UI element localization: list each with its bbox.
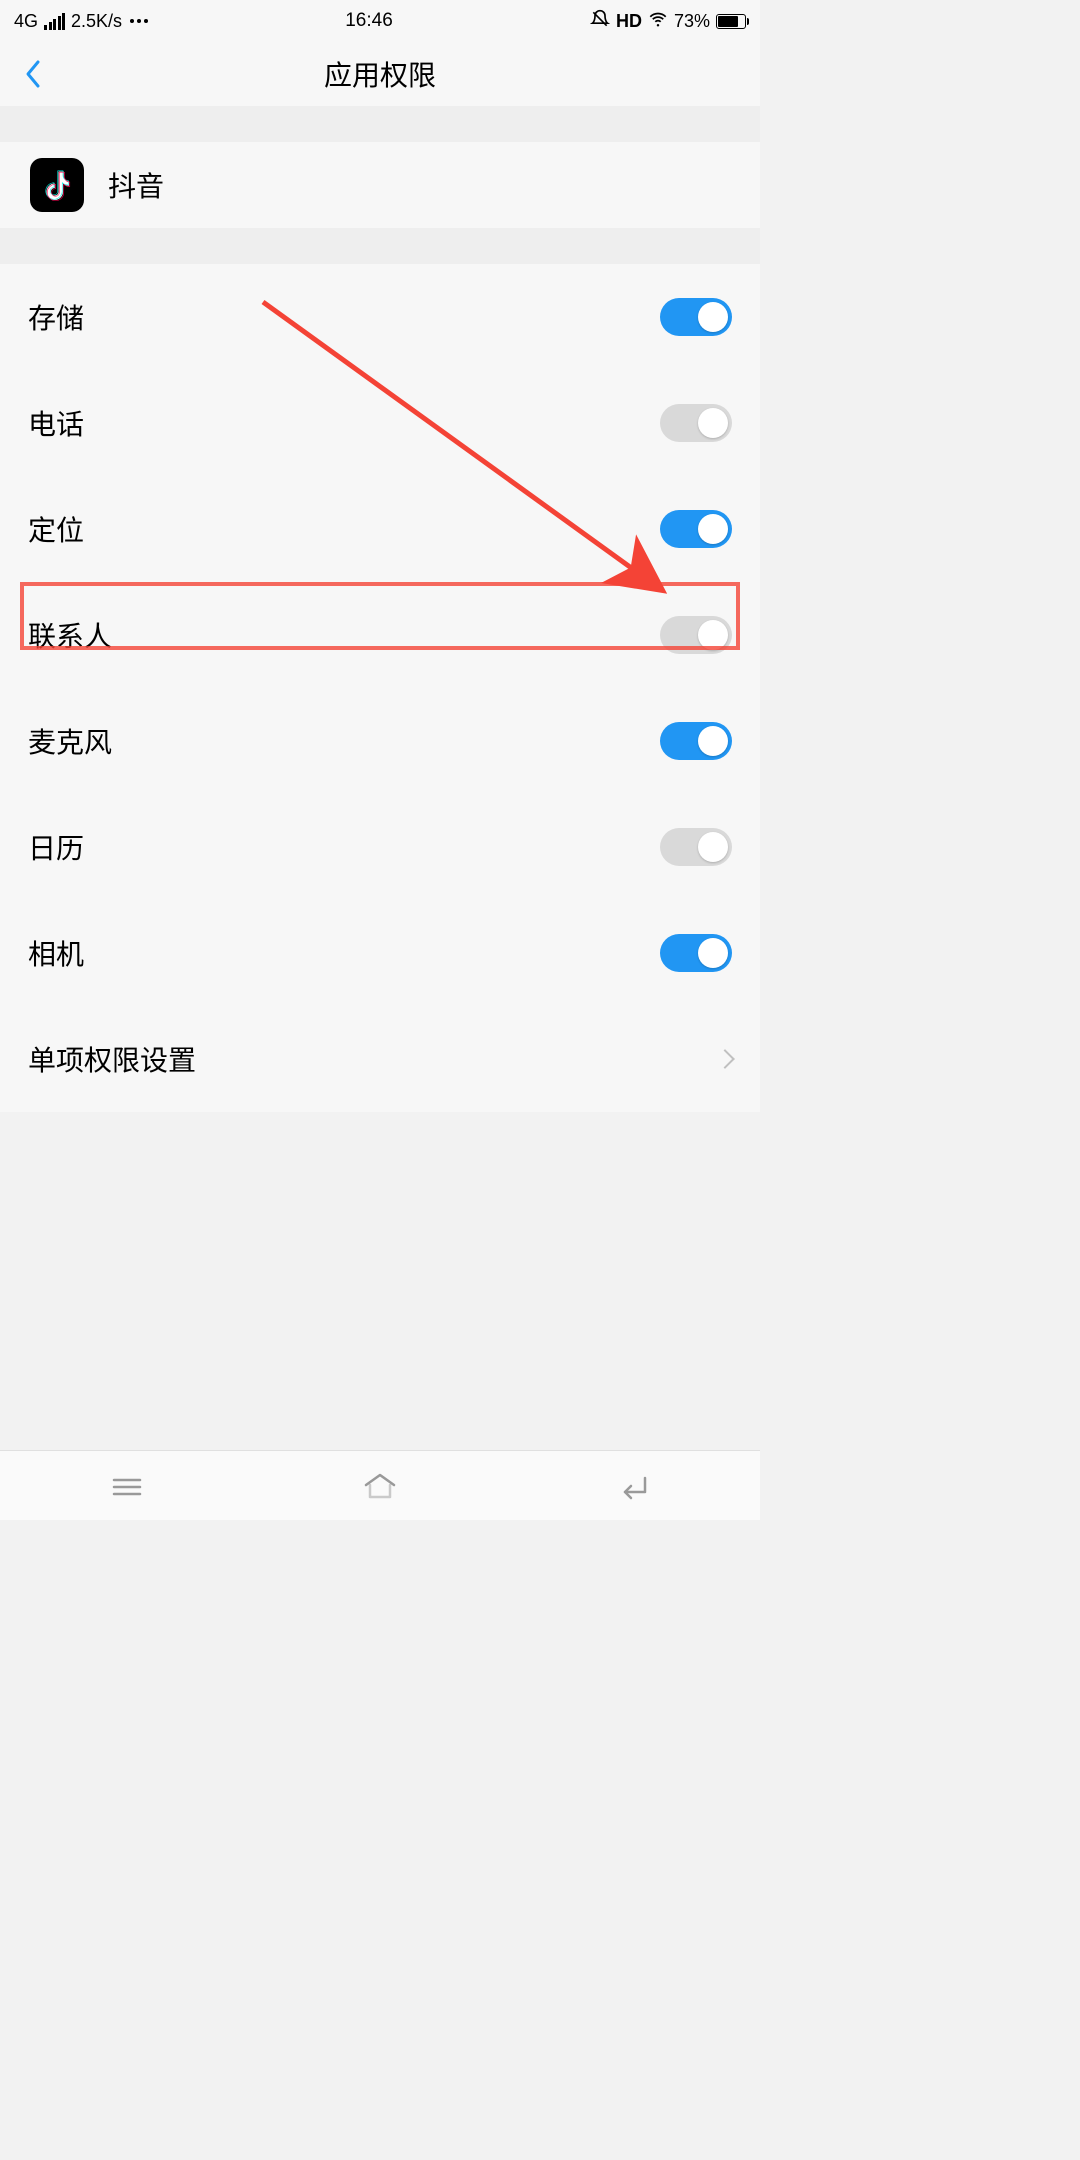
perm-toggle-location[interactable] bbox=[660, 510, 732, 548]
app-name-label: 抖音 bbox=[108, 165, 164, 205]
wifi-icon bbox=[648, 9, 668, 34]
hd-label: HD bbox=[616, 11, 642, 32]
time-label: 16:46 bbox=[345, 10, 393, 32]
home-button[interactable] bbox=[360, 1466, 400, 1506]
perm-label: 日历 bbox=[28, 827, 84, 867]
back-nav-button[interactable] bbox=[613, 1466, 653, 1506]
individual-perm-settings[interactable]: 单项权限设置 bbox=[0, 1006, 760, 1112]
perm-label: 定位 bbox=[28, 509, 84, 549]
page-title: 应用权限 bbox=[324, 54, 436, 94]
perm-toggle-camera[interactable] bbox=[660, 934, 732, 972]
signal-icon bbox=[44, 13, 65, 30]
perm-row-camera: 相机 bbox=[0, 900, 760, 1006]
section-gap bbox=[0, 228, 760, 264]
recents-button[interactable] bbox=[107, 1466, 147, 1506]
section-gap bbox=[0, 106, 760, 142]
mute-icon bbox=[590, 9, 610, 34]
perm-label: 联系人 bbox=[28, 615, 112, 655]
battery-icon bbox=[716, 14, 746, 29]
perm-row-calendar: 日历 bbox=[0, 794, 760, 900]
perm-toggle-calendar[interactable] bbox=[660, 828, 732, 866]
perm-toggle-contacts[interactable] bbox=[660, 616, 732, 654]
app-icon bbox=[30, 158, 84, 212]
network-label: 4G bbox=[14, 11, 38, 32]
perm-row-microphone: 麦克风 bbox=[0, 688, 760, 794]
perm-label: 电话 bbox=[28, 403, 84, 443]
status-bar: 4G 2.5K/s 16:46 HD 73% bbox=[0, 0, 760, 42]
perm-row-location: 定位 bbox=[0, 476, 760, 582]
perm-label: 麦克风 bbox=[28, 721, 112, 761]
app-header-row: 抖音 bbox=[0, 142, 760, 228]
perm-row-phone: 电话 bbox=[0, 370, 760, 476]
permissions-list: 存储 电话 定位 联系人 麦克风 日历 相机 单项权限设置 bbox=[0, 264, 760, 1112]
perm-label: 相机 bbox=[28, 933, 84, 973]
more-icon bbox=[130, 19, 148, 23]
perm-row-contacts: 联系人 bbox=[0, 582, 760, 688]
back-button[interactable] bbox=[18, 59, 48, 89]
speed-label: 2.5K/s bbox=[71, 11, 122, 32]
chevron-right-icon bbox=[715, 1049, 735, 1069]
nav-header: 应用权限 bbox=[0, 42, 760, 106]
perm-toggle-microphone[interactable] bbox=[660, 722, 732, 760]
perm-label: 存储 bbox=[28, 297, 84, 337]
perm-toggle-storage[interactable] bbox=[660, 298, 732, 336]
battery-pct-label: 73% bbox=[674, 11, 710, 32]
perm-row-storage: 存储 bbox=[0, 264, 760, 370]
perm-toggle-phone[interactable] bbox=[660, 404, 732, 442]
system-nav-bar bbox=[0, 1450, 760, 1520]
link-label: 单项权限设置 bbox=[28, 1039, 196, 1079]
